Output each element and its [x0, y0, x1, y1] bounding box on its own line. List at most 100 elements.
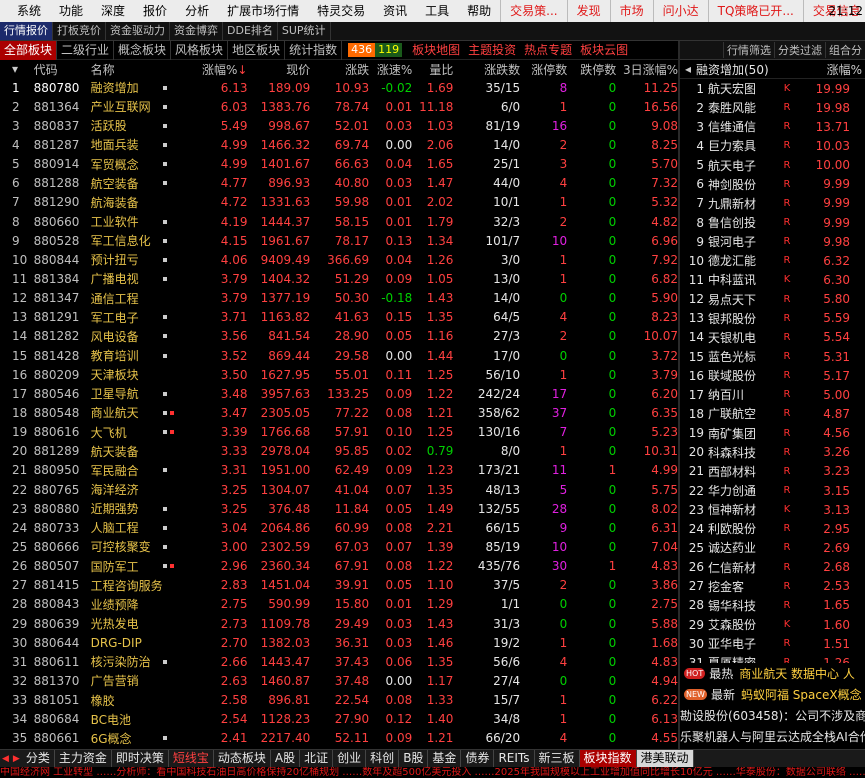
table-row[interactable]: 27 881415 工程咨询服务 2.83 1451.04 39.91 0.05 1.10 37…	[0, 576, 678, 595]
list-item[interactable]: 16 联域股份 R 5.17	[680, 366, 865, 385]
list-item[interactable]: 26 仁信新材 R 2.68	[680, 558, 865, 577]
news-item[interactable]: 乐聚机器人与阿里云达成全栈AI合作	[680, 726, 865, 747]
menu-depth[interactable]: 深度	[92, 0, 134, 22]
list-item[interactable]: 30 亚华电子 R 1.51	[680, 634, 865, 653]
menu-quote[interactable]: 报价	[134, 0, 176, 22]
tab-style-sectors[interactable]: 风格板块	[171, 40, 229, 60]
tab-stat-index[interactable]: 统计指数	[285, 40, 343, 60]
list-item[interactable]: 14 天银机电 R 5.54	[680, 328, 865, 347]
list-item[interactable]: 15 蓝色光标 R 5.31	[680, 347, 865, 366]
collapse-arrow-icon[interactable]: ◂	[680, 62, 696, 76]
btab-star[interactable]: 科创	[366, 750, 400, 767]
btab-short-term[interactable]: 短线宝	[169, 750, 214, 767]
sort-arrow-icon[interactable]: ▾	[0, 62, 34, 76]
list-item[interactable]: 20 科森科技 R 3.26	[680, 443, 865, 462]
side-col-pct[interactable]: 涨幅%	[800, 61, 862, 78]
col-change[interactable]: 涨跌	[310, 61, 369, 78]
hot-topics[interactable]: 商业航天 数据中心 人	[739, 665, 855, 682]
menu-analysis[interactable]: 分析	[176, 0, 218, 22]
col-price[interactable]: 现价	[247, 61, 310, 78]
list-item[interactable]: 28 锡华科技 R 1.65	[680, 596, 865, 615]
tab-capital-drive[interactable]: 资金驱动力	[106, 22, 170, 40]
menu-ask-xiaoda[interactable]: 问小达	[652, 0, 708, 22]
table-row[interactable]: 3 880837 活跃股 5.49 998.67 52.01 0.03 1.03 81/19 16…	[0, 116, 678, 135]
link-sector-map[interactable]: 板块地图	[408, 41, 464, 60]
menu-tq-strategy[interactable]: TQ策略已开...	[707, 0, 803, 22]
btab-category[interactable]: 分类	[22, 750, 55, 767]
menu-discover[interactable]: 发现	[566, 0, 610, 22]
btab-main-capital[interactable]: 主力资金	[55, 750, 112, 767]
col-volume-ratio[interactable]: 量比	[412, 61, 453, 78]
col-limit-up[interactable]: 涨停数	[520, 61, 567, 78]
table-row[interactable]: 35 880661 6G概念 2.41 2217.40 52.11 0.09 1.21 66/2…	[0, 729, 678, 748]
table-row[interactable]: 10 880844 预计扭亏 4.06 9409.49 366.69 0.04 1.26 3/0…	[0, 250, 678, 269]
table-row[interactable]: 31 880611 核污染防治 2.66 1443.47 37.43 0.06 1.35 56/…	[0, 652, 678, 671]
list-item[interactable]: 13 银邦股份 R 5.59	[680, 309, 865, 328]
table-row[interactable]: 2 881364 产业互联网 6.03 1383.76 78.74 0.01 11.18 6/0…	[0, 97, 678, 116]
table-row[interactable]: 1 880780 融资增加 6.13 189.09 10.93 -0.02 1.69 35/15…	[0, 78, 678, 97]
btab-sector-index[interactable]: 板块指数	[579, 750, 637, 767]
list-item[interactable]: 5 航天电子 R 10.00	[680, 156, 865, 175]
table-row[interactable]: 4 881287 地面兵装 4.99 1466.32 69.74 0.00 2.06 14/0 2…	[0, 135, 678, 154]
btab-bonds[interactable]: 债券	[461, 750, 495, 767]
table-row[interactable]: 21 880950 军民融合 3.31 1951.00 62.49 0.09 1.23 173/…	[0, 461, 678, 480]
tab-all-sectors[interactable]: 全部板块	[0, 40, 58, 60]
table-row[interactable]: 17 880546 卫星导航 3.48 3957.63 133.25 0.09 1.22 242…	[0, 384, 678, 403]
menu-system[interactable]: 系统	[8, 0, 50, 22]
btab-instant-decision[interactable]: 即时决策	[112, 750, 169, 767]
btab-chinext[interactable]: 创业	[333, 750, 367, 767]
link-sector-cloud[interactable]: 板块云图	[576, 41, 632, 60]
btab-beijing[interactable]: 北证	[300, 750, 334, 767]
tab-quotes[interactable]: 行情报价	[0, 22, 53, 40]
menu-extended-market[interactable]: 扩展市场行情	[218, 0, 308, 22]
table-row[interactable]: 15 881428 教育培训 3.52 869.44 29.58 0.00 1.44 17/0 0…	[0, 346, 678, 365]
col-name[interactable]: 名称	[85, 61, 164, 78]
btab-hk-us-link[interactable]: 港美联动	[636, 750, 694, 767]
tab-dde-rank[interactable]: DDE排名	[223, 22, 278, 40]
table-row[interactable]: 6 881288 航空装备 4.77 896.93 40.80 0.03 1.47 44/0 4 0…	[0, 174, 678, 193]
news-ticker[interactable]: 中国经济网 工业转型 ……分析师：看中国科技石油日高价格保持20亿桶规划 ……数…	[0, 767, 865, 778]
table-row[interactable]: 18 880548 商业航天 3.47 2305.05 77.22 0.08 1.21 358/…	[0, 403, 678, 422]
menu-trade[interactable]: 特灵交易	[308, 0, 374, 22]
list-item[interactable]: 12 易点天下 R 5.80	[680, 290, 865, 309]
list-item[interactable]: 4 巨力索具 R 10.03	[680, 136, 865, 155]
col-3day-pct[interactable]: 3日涨幅%	[616, 61, 678, 78]
list-item[interactable]: 25 诚达药业 R 2.69	[680, 538, 865, 557]
table-row[interactable]: 23 880880 近期强势 3.25 376.48 11.84 0.05 1.49 132/5…	[0, 499, 678, 518]
table-row[interactable]: 9 880528 军工信息化 4.15 1961.67 78.17 0.13 1.34 101/…	[0, 231, 678, 250]
table-row[interactable]: 12 881347 通信工程 3.79 1377.19 50.30 -0.18 1.43 14/…	[0, 289, 678, 308]
tab-portfolio[interactable]: 组合分	[825, 42, 865, 58]
table-row[interactable]: 32 881370 广告营销 2.63 1460.87 37.48 0.00 1.17 27/4…	[0, 671, 678, 690]
list-item[interactable]: 9 银河电子 R 9.98	[680, 232, 865, 251]
list-item[interactable]: 10 德龙汇能 R 6.32	[680, 251, 865, 270]
list-item[interactable]: 2 泰胜风能 R 19.98	[680, 98, 865, 117]
list-item[interactable]: 19 南矿集团 R 4.56	[680, 424, 865, 443]
col-up-down[interactable]: 涨跌数	[453, 61, 520, 78]
btab-b-shares[interactable]: B股	[399, 750, 429, 767]
col-pct[interactable]: 涨幅%↓	[195, 61, 247, 78]
menu-trade-strategy[interactable]: 交易策...	[500, 0, 566, 22]
table-row[interactable]: 25 880666 可控核聚变 3.00 2302.59 67.03 0.07 1.39 85/…	[0, 537, 678, 556]
new-topics[interactable]: 蚂蚁阿福 SpaceX概念	[741, 686, 862, 703]
list-item[interactable]: 8 鲁信创投 R 9.99	[680, 213, 865, 232]
list-item[interactable]: 11 中科蓝讯 K 6.30	[680, 270, 865, 289]
list-item[interactable]: 17 纳百川 R 5.00	[680, 385, 865, 404]
tab-concept-sectors[interactable]: 概念板块	[114, 40, 172, 60]
tab-category-filter[interactable]: 分类过滤	[774, 42, 825, 58]
list-item[interactable]: 29 艾森股份 K 1.60	[680, 615, 865, 634]
list-item[interactable]: 22 华力创通 R 3.15	[680, 481, 865, 500]
col-speed[interactable]: 涨速%	[369, 61, 412, 78]
menu-tools[interactable]: 工具	[416, 0, 458, 22]
table-row[interactable]: 24 880733 人脑工程 3.04 2064.86 60.99 0.08 2.21 66/1…	[0, 518, 678, 537]
table-row[interactable]: 20 881289 航天装备 3.33 2978.04 95.85 0.02 0.79 8/0 1…	[0, 442, 678, 461]
scroll-right-icon[interactable]: ▶	[13, 754, 20, 764]
btab-reits[interactable]: REITs	[494, 750, 535, 767]
table-row[interactable]: 26 880507 国防军工 2.96 2360.34 67.91 0.08 1.22 435/…	[0, 557, 678, 576]
btab-dynamic-sector[interactable]: 动态板块	[214, 750, 271, 767]
table-row[interactable]: 11 881384 广播电视 3.79 1404.32 51.29 0.09 1.05 13/0…	[0, 269, 678, 288]
table-row[interactable]: 16 880209 天津板块 3.50 1627.95 55.01 0.11 1.25 56/1…	[0, 365, 678, 384]
table-row[interactable]: 30 880644 DRG-DIP 2.70 1382.03 36.31 0.03 1.46 1…	[0, 633, 678, 652]
list-item[interactable]: 3 信维通信 R 13.71	[680, 117, 865, 136]
table-row[interactable]: 22 880765 海洋经济 3.25 1304.07 41.04 0.07 1.35 48/1…	[0, 480, 678, 499]
table-row[interactable]: 8 880660 工业软件 4.19 1444.37 58.15 0.01 1.79 32/3 2…	[0, 212, 678, 231]
